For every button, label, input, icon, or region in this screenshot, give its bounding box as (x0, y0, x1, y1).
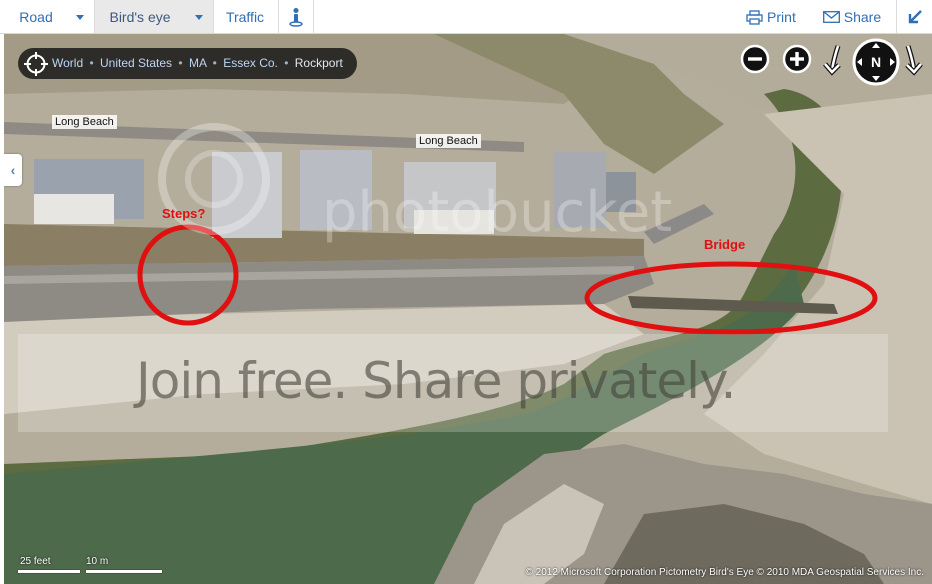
arrow-down-left-icon (908, 10, 922, 24)
bridge-annotation: Bridge (704, 237, 746, 252)
street-label-long-beach: Long Beach (52, 115, 117, 129)
envelope-icon (822, 11, 840, 24)
birds-eye-dropdown-button[interactable] (185, 0, 213, 33)
rotate-left-icon[interactable] (822, 44, 844, 76)
share-button[interactable]: Share (820, 0, 884, 33)
location-breadcrumb: World • United States • MA • Essex Co. •… (18, 48, 357, 79)
print-button[interactable]: Print (742, 0, 800, 33)
breadcrumb-united-states[interactable]: United States (100, 56, 172, 70)
streetside-button[interactable] (280, 0, 312, 33)
map-view[interactable]: photobucket Long Beach Long Beach Steps?… (4, 34, 932, 584)
toolbar-divider (313, 0, 314, 33)
breadcrumb-world[interactable]: World (52, 56, 83, 70)
locate-crosshair-icon[interactable] (24, 52, 48, 76)
collapse-toolbar-button[interactable] (898, 0, 932, 33)
print-label: Print (767, 8, 796, 25)
copyright-notice: © 2012 Microsoft Corporation Pictometry … (525, 567, 924, 578)
road-view-button[interactable]: Road (8, 0, 64, 33)
traffic-label: Traffic (225, 8, 265, 25)
expand-panel-tab[interactable]: ‹ (4, 154, 22, 186)
compass-icon[interactable]: N (852, 38, 900, 86)
zoom-in-icon[interactable] (782, 44, 812, 74)
scale-meters-bar (86, 570, 162, 573)
zoom-out-icon[interactable] (740, 44, 770, 74)
breadcrumb-separator: • (89, 56, 94, 70)
breadcrumb-separator: • (284, 56, 289, 70)
breadcrumb-separator: • (178, 56, 183, 70)
share-label: Share (843, 8, 882, 25)
rotate-right-icon[interactable] (902, 44, 924, 76)
printer-icon (746, 10, 763, 25)
scale-feet-label: 25 feet (20, 556, 51, 567)
birds-eye-label: Bird's eye (109, 8, 171, 25)
watermark-text: Join free. Share privately. (136, 352, 736, 410)
bridge-ellipse (584, 261, 878, 335)
birds-eye-view-button[interactable]: Bird's eye (95, 0, 185, 33)
traffic-button[interactable]: Traffic (216, 0, 274, 33)
breadcrumb-ma[interactable]: MA (189, 56, 206, 70)
steps-annotation: Steps? (162, 206, 206, 221)
chevron-left-icon: ‹ (10, 162, 16, 178)
chevron-down-icon (195, 14, 203, 20)
road-dropdown-button[interactable] (66, 0, 94, 33)
steps-circle (137, 224, 239, 326)
compass-north-label: N (871, 54, 881, 70)
breadcrumb-separator: • (212, 56, 217, 70)
street-label-long-beach: Long Beach (416, 134, 481, 148)
photobucket-watermark: photobucket (322, 180, 673, 245)
scale-meters-label: 10 m (86, 556, 109, 567)
annotation-overlay (137, 224, 878, 335)
toolbar-divider (278, 0, 279, 33)
map-toolbar: Road Bird's eye Traffic Print Share (0, 0, 932, 34)
breadcrumb-essex-co[interactable]: Essex Co. (223, 56, 278, 70)
road-view-label: Road (19, 8, 53, 25)
breadcrumb-rockport[interactable]: Rockport (295, 56, 343, 70)
chevron-down-icon (76, 14, 84, 20)
person-icon (289, 8, 303, 27)
toolbar-divider (896, 0, 897, 33)
scale-feet-bar (18, 570, 80, 573)
toolbar-divider (213, 0, 214, 33)
